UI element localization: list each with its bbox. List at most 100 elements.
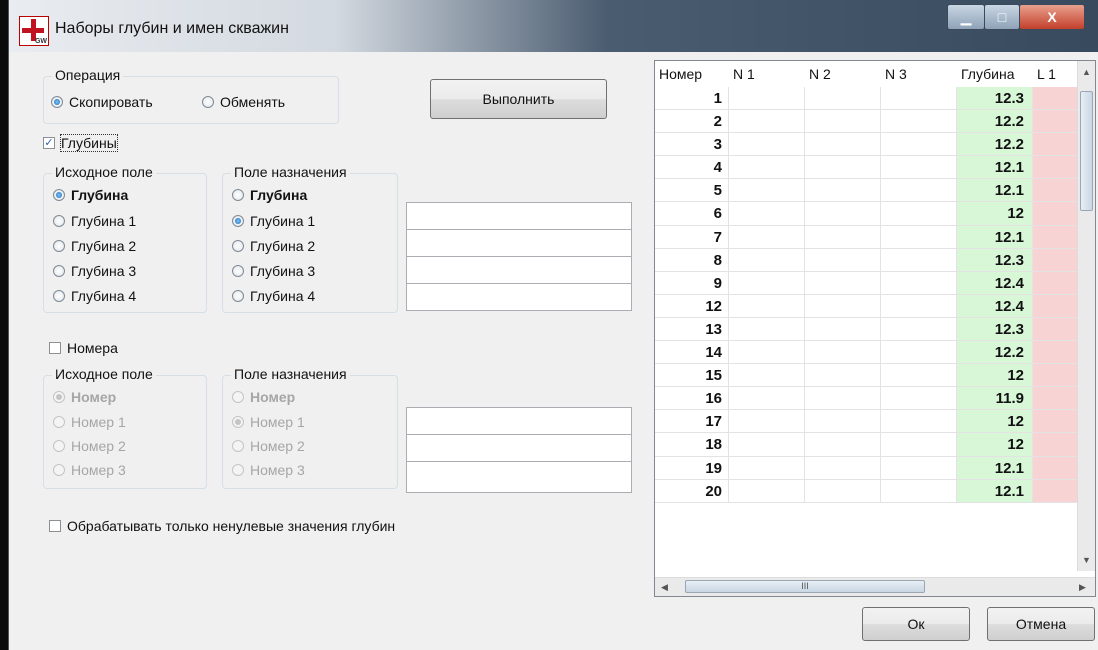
cell-l1[interactable]: [1033, 317, 1079, 342]
cell-number[interactable]: 5: [655, 179, 729, 203]
cell-n3[interactable]: [881, 410, 957, 434]
depth-target-radio-2-indicator[interactable]: [232, 240, 244, 252]
table-row[interactable]: 9 12.4: [655, 271, 1079, 295]
cell-n2[interactable]: [805, 364, 881, 388]
depth-source-radio-3[interactable]: Глубина 3: [53, 263, 136, 279]
cell-n1[interactable]: [729, 202, 805, 226]
number-target-radio-3-indicator[interactable]: [232, 464, 244, 476]
cell-l1[interactable]: [1033, 133, 1079, 157]
cell-number[interactable]: 14: [655, 341, 729, 365]
cell-depth[interactable]: 12.1: [957, 479, 1033, 503]
depths-checkbox[interactable]: ✓ Глубины: [43, 134, 118, 152]
cell-n1[interactable]: [729, 364, 805, 388]
cell-n2[interactable]: [805, 387, 881, 411]
depth-source-radio-4-indicator[interactable]: [53, 290, 65, 302]
cell-l1[interactable]: [1033, 248, 1079, 272]
cell-n2[interactable]: [805, 341, 881, 365]
cell-number[interactable]: 16: [655, 387, 729, 411]
cell-depth[interactable]: 12: [957, 364, 1033, 388]
close-button[interactable]: X: [1019, 4, 1085, 30]
number-source-radio-3-indicator[interactable]: [53, 464, 65, 476]
cell-depth[interactable]: 12: [957, 433, 1033, 457]
cell-depth[interactable]: 12.1: [957, 456, 1033, 480]
number-source-radio-3[interactable]: Номер 3: [53, 462, 126, 478]
cell-depth[interactable]: 12.1: [957, 179, 1033, 203]
table-row[interactable]: 2 12.2: [655, 110, 1079, 134]
cell-n3[interactable]: [881, 341, 957, 365]
column-header-n2[interactable]: N 2: [805, 61, 881, 87]
depth-target-radio-3-indicator[interactable]: [232, 265, 244, 277]
numbers-checkbox-box[interactable]: [49, 342, 61, 354]
cell-n2[interactable]: [805, 225, 881, 249]
number-target-radio-2-indicator[interactable]: [232, 440, 244, 452]
cell-depth[interactable]: 12.4: [957, 294, 1033, 318]
depth-source-radio-2-indicator[interactable]: [53, 240, 65, 252]
number-name-field-1[interactable]: [406, 407, 632, 435]
cell-n2[interactable]: [805, 87, 881, 111]
depth-source-radio-1[interactable]: Глубина 1: [53, 213, 136, 229]
number-source-radio-0-indicator[interactable]: [53, 391, 65, 403]
depth-name-field-4[interactable]: [406, 283, 632, 311]
nonzero-only-checkbox-box[interactable]: [49, 520, 61, 532]
cell-n1[interactable]: [729, 410, 805, 434]
table-row[interactable]: 18 12: [655, 433, 1079, 457]
number-target-radio-3[interactable]: Номер 3: [232, 462, 305, 478]
cell-n3[interactable]: [881, 225, 957, 249]
cell-number[interactable]: 7: [655, 225, 729, 249]
cell-n1[interactable]: [729, 433, 805, 457]
maximize-button[interactable]: □: [984, 4, 1020, 30]
cell-n1[interactable]: [729, 341, 805, 365]
cell-depth[interactable]: 12: [957, 410, 1033, 434]
ok-button[interactable]: Ок: [862, 607, 970, 641]
table-row[interactable]: 3 12.2: [655, 133, 1079, 157]
cell-n2[interactable]: [805, 110, 881, 134]
cell-l1[interactable]: [1033, 433, 1079, 457]
cell-number[interactable]: 17: [655, 410, 729, 434]
depth-source-radio-1-indicator[interactable]: [53, 215, 65, 227]
depth-source-radio-0-indicator[interactable]: [53, 189, 65, 201]
radio-swap[interactable]: Обменять: [202, 94, 285, 110]
cell-n3[interactable]: [881, 87, 957, 111]
cell-number[interactable]: 2: [655, 110, 729, 134]
cell-depth[interactable]: 12.4: [957, 271, 1033, 295]
cell-n2[interactable]: [805, 317, 881, 342]
cell-n3[interactable]: [881, 110, 957, 134]
cell-l1[interactable]: [1033, 364, 1079, 388]
cell-n2[interactable]: [805, 202, 881, 226]
cell-n3[interactable]: [881, 433, 957, 457]
table-row[interactable]: 7 12.1: [655, 225, 1079, 249]
cell-n1[interactable]: [729, 156, 805, 180]
cell-depth[interactable]: 12.3: [957, 87, 1033, 111]
cell-l1[interactable]: [1033, 341, 1079, 365]
cell-depth[interactable]: 12.1: [957, 156, 1033, 180]
cell-n3[interactable]: [881, 156, 957, 180]
cell-l1[interactable]: [1033, 87, 1079, 111]
cell-n3[interactable]: [881, 248, 957, 272]
cell-n3[interactable]: [881, 387, 957, 411]
table-row[interactable]: 20 12.1: [655, 479, 1079, 503]
depth-target-radio-4-indicator[interactable]: [232, 290, 244, 302]
number-target-radio-1-indicator[interactable]: [232, 416, 244, 428]
cell-n1[interactable]: [729, 248, 805, 272]
cell-depth[interactable]: 11.9: [957, 387, 1033, 411]
number-target-radio-2[interactable]: Номер 2: [232, 438, 305, 454]
cell-n2[interactable]: [805, 433, 881, 457]
table-row[interactable]: 13 12.3: [655, 317, 1079, 342]
number-name-field-2[interactable]: [406, 434, 632, 462]
radio-copy-indicator[interactable]: [51, 96, 63, 108]
cell-l1[interactable]: [1033, 271, 1079, 295]
number-source-radio-1[interactable]: Номер 1: [53, 414, 126, 430]
number-target-radio-0[interactable]: Номер: [232, 389, 295, 405]
cell-l1[interactable]: [1033, 156, 1079, 180]
table-row[interactable]: 1 12.3: [655, 87, 1079, 111]
table-row[interactable]: 17 12: [655, 410, 1079, 434]
cell-l1[interactable]: [1033, 479, 1079, 503]
depths-checkbox-box[interactable]: ✓: [43, 137, 55, 149]
cell-n1[interactable]: [729, 294, 805, 318]
cell-l1[interactable]: [1033, 410, 1079, 434]
column-header-number[interactable]: Номер: [655, 61, 729, 87]
scroll-left-icon[interactable]: ◀: [661, 582, 668, 593]
number-target-radio-1[interactable]: Номер 1: [232, 414, 305, 430]
cell-n1[interactable]: [729, 179, 805, 203]
table-row[interactable]: 5 12.1: [655, 179, 1079, 203]
